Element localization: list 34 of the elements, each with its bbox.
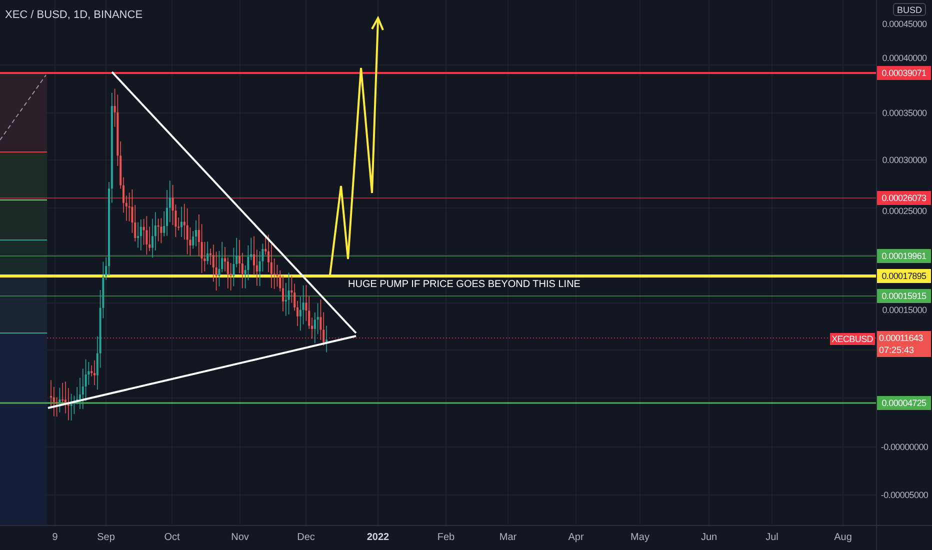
price-tag: 0.00019961: [877, 249, 931, 263]
bar-countdown: 07:25:43: [879, 344, 914, 356]
time-axis-label: Feb: [436, 532, 456, 544]
time-axis-label: Jun: [700, 532, 718, 544]
price-tag: 0.00004725: [877, 396, 931, 410]
time-axis-label: Mar: [498, 532, 518, 544]
time-axis-label: Nov: [230, 532, 250, 544]
time-axis-label: Dec: [296, 532, 316, 544]
time-axis-label: 2022: [366, 532, 390, 544]
time-axis-label: Jul: [764, 532, 780, 544]
price-axis-label: 0.00030000: [881, 154, 928, 166]
price-axis-label: -0.00005000: [880, 489, 930, 501]
time-axis-label: Sep: [96, 532, 116, 544]
last-price: 0.00011643: [879, 332, 923, 344]
price-axis-label: 0.00045000: [881, 18, 928, 30]
price-axis-label: 0.00035000: [881, 107, 928, 119]
symbol-tag: XECBUSD: [830, 333, 875, 345]
price-axis-label: 0.00025000: [881, 205, 928, 217]
last-price-tag: [877, 331, 931, 357]
time-axis-label: Apr: [567, 532, 585, 544]
price-tag: 0.00026073: [877, 191, 931, 205]
price-tag: 0.00015915: [877, 289, 931, 303]
chart-annotation: HUGE PUMP IF PRICE GOES BEYOND THIS LINE: [348, 279, 580, 291]
price-axis-label: -0.00000000: [880, 441, 930, 453]
time-axis-label: 9: [51, 532, 59, 544]
time-axis-label: Oct: [163, 532, 181, 544]
price-axis-label: 0.00040000: [881, 52, 928, 64]
currency-badge[interactable]: BUSD: [893, 3, 926, 16]
price-axis-label: 0.00015000: [881, 304, 928, 316]
time-axis-label: Aug: [833, 532, 853, 544]
price-tag: 0.00017895: [877, 269, 931, 283]
price-tag: 0.00039071: [877, 66, 931, 80]
chart-title: XEC / BUSD, 1D, BINANCE: [5, 8, 143, 23]
time-axis-label: May: [630, 532, 650, 544]
